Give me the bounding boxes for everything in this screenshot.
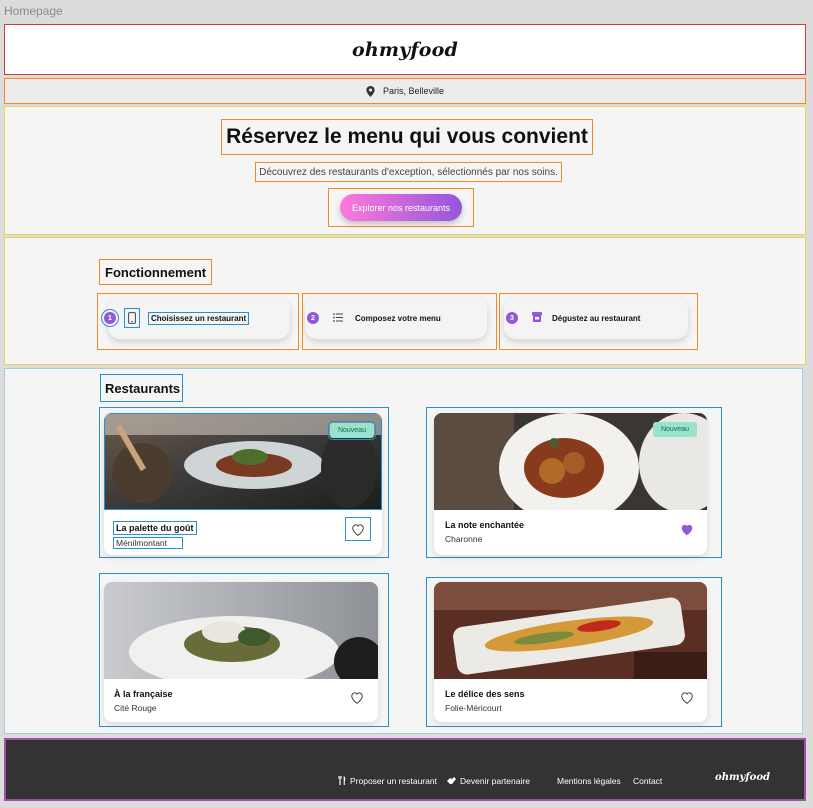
restaurant-card[interactable]: Nouveau La palette du goût Ménilmontant — [104, 413, 382, 555]
how-title-frame: Fonctionnement — [99, 259, 212, 285]
location-text: Paris, Belleville — [382, 86, 445, 96]
restaurant-location: Ménilmontant — [113, 537, 183, 549]
hero-cta-frame: Explorer nos restaurants — [328, 188, 474, 227]
new-badge: Nouveau — [327, 421, 377, 440]
restaurant-name: La note enchantée — [445, 520, 525, 530]
how-title: Fonctionnement — [105, 264, 207, 280]
explore-restaurants-button[interactable]: Explorer nos restaurants — [340, 194, 462, 221]
step-label: Composez votre menu — [355, 314, 441, 323]
step-3: 3 Dégustez au restaurant — [499, 293, 698, 350]
step-label: Choisissez un restaurant — [148, 312, 250, 325]
restaurant-location: Cité Rouge — [114, 703, 157, 713]
step-number-badge: 3 — [506, 312, 518, 324]
site-header: ohmyfood — [4, 24, 806, 75]
restaurants-title: Restaurants — [105, 380, 181, 396]
step-label: Dégustez au restaurant — [552, 314, 641, 323]
handshake-icon — [447, 777, 456, 784]
restaurant-photo — [434, 582, 707, 679]
restaurant-card[interactable]: Nouveau La note enchantée Charonne — [434, 413, 707, 555]
heart-outline-icon[interactable] — [350, 691, 364, 704]
step-card: 1 Choisissez un restaurant — [101, 297, 290, 339]
hero-section: Réservez le menu qui vous convient Décou… — [4, 106, 806, 235]
footer-link-partner[interactable]: Devenir partenaire — [460, 776, 530, 786]
hero-subtitle-frame: Découvrez des restaurants d'exception, s… — [255, 162, 562, 182]
restaurant-name: Le délice des sens — [445, 689, 525, 699]
like-button-frame[interactable] — [345, 517, 371, 541]
footer-logo[interactable]: ohmyfood — [715, 772, 770, 783]
new-badge: Nouveau — [652, 422, 697, 437]
restaurant-card[interactable]: Le délice des sens Folie-Méricourt — [434, 582, 707, 722]
hero-title: Réservez le menu qui vous convient — [226, 125, 588, 148]
restaurant-photo — [104, 582, 378, 679]
heart-outline-icon[interactable] — [680, 691, 694, 704]
store-icon — [532, 312, 542, 322]
restaurant-card-frame: Nouveau La note enchantée Charonne — [426, 407, 722, 558]
restaurant-location: Charonne — [445, 534, 483, 544]
heart-outline-icon[interactable] — [351, 523, 365, 536]
how-it-works-section: Fonctionnement 1 Choisissez un restauran… — [4, 237, 806, 365]
restaurant-card-frame: Nouveau La palette du goût Ménilmontant — [99, 407, 389, 558]
location-bar: Paris, Belleville — [4, 78, 806, 104]
restaurant-card[interactable]: À la française Cité Rouge — [104, 582, 378, 722]
step-number-badge: 2 — [307, 312, 319, 324]
list-icon — [333, 313, 343, 322]
restaurant-location: Folie-Méricourt — [445, 703, 502, 713]
restaurant-card-frame: À la française Cité Rouge — [99, 573, 389, 727]
step-card: 2 Composez votre menu — [305, 297, 487, 339]
step-number-badge: 1 — [101, 309, 119, 327]
footer-link-legal[interactable]: Mentions légales — [557, 776, 621, 786]
restaurants-title-frame: Restaurants — [100, 374, 183, 402]
hero-subtitle: Découvrez des restaurants d'exception, s… — [259, 166, 558, 178]
site-footer: Proposer un restaurant Devenir partenair… — [4, 738, 806, 801]
heart-filled-icon[interactable] — [680, 523, 694, 536]
smartphone-icon — [124, 308, 140, 328]
step-1: 1 Choisissez un restaurant — [97, 293, 299, 350]
footer-link-contact[interactable]: Contact — [633, 776, 662, 786]
hero-title-frame: Réservez le menu qui vous convient — [221, 119, 593, 155]
frame-label: Homepage — [4, 4, 63, 18]
utensils-icon — [338, 776, 346, 785]
step-2: 2 Composez votre menu — [302, 293, 497, 350]
restaurant-name: À la française — [114, 689, 173, 699]
restaurant-card-frame: Le délice des sens Folie-Méricourt — [426, 577, 722, 727]
restaurant-name: La palette du goût — [113, 521, 197, 535]
location-pin-icon — [366, 85, 375, 97]
restaurants-section: Restaurants Nouveau La palette du goût M… — [4, 368, 803, 734]
logo[interactable]: ohmyfood — [352, 39, 458, 61]
footer-link-propose[interactable]: Proposer un restaurant — [350, 776, 437, 786]
step-card: 3 Dégustez au restaurant — [504, 297, 688, 339]
